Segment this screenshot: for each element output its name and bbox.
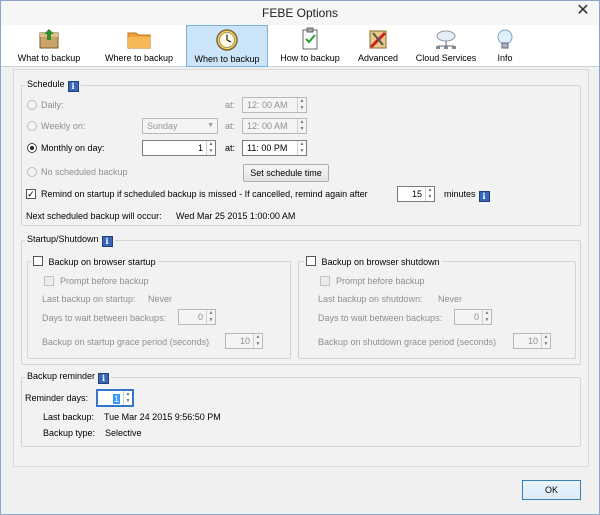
info-icon[interactable]: i: [101, 236, 113, 247]
shutdown-grace-input[interactable]: 10 ▲ ▼: [513, 333, 551, 349]
remind-minutes-input[interactable]: 15 ▲ ▼: [397, 186, 435, 202]
startup-grace-input[interactable]: 10 ▲ ▼: [225, 333, 263, 349]
next-backup-value: Wed Mar 25 2015 1:00:00 AM: [176, 211, 296, 221]
weekly-label: Weekly on:: [41, 121, 86, 131]
lightbulb-icon: [497, 29, 513, 49]
monthly-day-input[interactable]: 1 ▲ ▼: [142, 140, 216, 156]
shutdown-days-input[interactable]: 0 ▲ ▼: [454, 309, 492, 325]
backup-reminder-group-title: Backup reminder i: [25, 371, 112, 384]
spin-arrows-icon[interactable]: ▲ ▼: [253, 334, 262, 348]
backup-box-icon: [39, 29, 59, 49]
info-icon[interactable]: i: [67, 81, 79, 92]
no-schedule-label: No scheduled backup: [41, 167, 128, 177]
spin-arrows-icon[interactable]: ▲ ▼: [297, 98, 306, 112]
spin-arrows-icon[interactable]: ▲ ▼: [123, 391, 132, 405]
clock-icon: [216, 29, 238, 51]
shutdown-last-value: Never: [438, 294, 463, 304]
startup-last-value: Never: [148, 294, 173, 304]
tab-cloud-services[interactable]: Cloud Services: [411, 25, 481, 67]
remind-unit-label: minutes i: [444, 189, 490, 202]
startup-grace-label: Backup on startup grace period (seconds): [42, 337, 210, 347]
set-schedule-time-button[interactable]: Set schedule time: [243, 164, 329, 182]
reminder-days-label: Reminder days:: [25, 393, 89, 403]
clipboard-check-icon: [302, 27, 318, 50]
spin-arrows-icon[interactable]: ▲ ▼: [541, 334, 550, 348]
no-schedule-radio[interactable]: [27, 167, 37, 177]
tab-label: How to backup: [280, 53, 340, 63]
daily-radio[interactable]: [27, 100, 37, 110]
shutdown-prompt-label: Prompt before backup: [336, 276, 425, 286]
startup-subgroup-title: Backup on browser startup: [31, 255, 158, 267]
tools-icon: [369, 30, 387, 49]
spin-arrows-icon[interactable]: ▲ ▼: [297, 141, 306, 155]
tab-label: Advanced: [357, 53, 399, 63]
daily-at-label: at:: [225, 100, 236, 110]
shutdown-days-label: Days to wait between backups:: [318, 313, 443, 323]
remind-label: Remind on startup if scheduled backup is…: [41, 189, 368, 199]
monthly-label: Monthly on day:: [41, 143, 105, 153]
tab-label: Info: [497, 53, 513, 63]
tab-what-to-backup[interactable]: What to backup: [11, 25, 87, 67]
chevron-down-icon: ▼: [207, 122, 214, 129]
startup-days-label: Days to wait between backups:: [42, 313, 167, 323]
shutdown-prompt-checkbox[interactable]: [320, 276, 330, 286]
content-panel: Schedule i Daily: at: 12: 00 AM ▲ ▼ Weekly…: [13, 69, 589, 467]
info-icon[interactable]: i: [98, 373, 110, 384]
cloud-network-icon: [436, 30, 456, 49]
close-button[interactable]: ✕: [571, 1, 595, 21]
daily-label: Daily:: [41, 100, 64, 110]
tab-advanced[interactable]: Advanced: [353, 25, 403, 67]
weekly-radio[interactable]: [27, 121, 37, 131]
schedule-group-title: Schedule i: [25, 79, 81, 92]
tab-label: When to backup: [194, 54, 260, 64]
startup-prompt-label: Prompt before backup: [60, 276, 149, 286]
tab-when-to-backup[interactable]: When to backup: [186, 25, 268, 67]
folder-icon: [127, 32, 151, 49]
remind-checkbox[interactable]: ✓: [26, 189, 36, 199]
monthly-radio[interactable]: [27, 143, 37, 153]
options-window: FEBE Options ✕ What to backup Where to b…: [0, 0, 600, 515]
options-toolbar: What to backup Where to backup When to b…: [1, 25, 599, 67]
shutdown-checkbox[interactable]: [306, 256, 316, 266]
spin-arrows-icon[interactable]: ▲ ▼: [206, 310, 215, 324]
weekly-day-select[interactable]: Sunday ▼: [142, 118, 218, 134]
window-title: FEBE Options: [261, 6, 339, 20]
reminder-type-value: Selective: [105, 428, 142, 438]
startup-last-label: Last backup on startup:: [42, 294, 136, 304]
shutdown-subgroup-title: Backup on browser shutdown: [304, 255, 442, 267]
reminder-last-label: Last backup:: [43, 412, 95, 422]
info-icon[interactable]: i: [478, 191, 490, 202]
reminder-type-label: Backup type:: [43, 428, 96, 438]
weekly-time-input[interactable]: 12: 00 AM ▲ ▼: [242, 118, 307, 134]
startup-shutdown-group-title: Startup/Shutdown i: [25, 234, 115, 247]
shutdown-last-label: Last backup on shutdown:: [318, 294, 423, 304]
title-bar: FEBE Options ✕: [1, 1, 599, 25]
close-icon: ✕: [576, 2, 590, 19]
spin-arrows-icon[interactable]: ▲ ▼: [482, 310, 491, 324]
startup-days-input[interactable]: 0 ▲ ▼: [178, 309, 216, 325]
shutdown-grace-label: Backup on shutdown grace period (seconds…: [318, 337, 497, 347]
next-backup-label: Next scheduled backup will occur:: [26, 211, 162, 221]
tab-label: Cloud Services: [415, 53, 477, 63]
reminder-days-input[interactable]: 1 ▲ ▼: [96, 389, 134, 407]
tab-info[interactable]: Info: [485, 25, 525, 67]
ok-button[interactable]: OK: [522, 480, 581, 500]
monthly-at-label: at:: [225, 143, 236, 153]
startup-checkbox[interactable]: [33, 256, 43, 266]
reminder-last-value: Tue Mar 24 2015 9:56:50 PM: [104, 412, 221, 422]
tab-how-to-backup[interactable]: How to backup: [273, 25, 347, 67]
daily-time-input[interactable]: 12: 00 AM ▲ ▼: [242, 97, 307, 113]
spin-arrows-icon[interactable]: ▲ ▼: [425, 187, 434, 201]
spin-arrows-icon[interactable]: ▲ ▼: [206, 141, 215, 155]
spin-arrows-icon[interactable]: ▲ ▼: [297, 119, 306, 133]
tab-where-to-backup[interactable]: Where to backup: [97, 25, 181, 67]
tab-label: What to backup: [17, 53, 81, 63]
tab-label: Where to backup: [104, 53, 174, 63]
monthly-time-input[interactable]: 11: 00 PM ▲ ▼: [242, 140, 307, 156]
weekly-at-label: at:: [225, 121, 236, 131]
startup-prompt-checkbox[interactable]: [44, 276, 54, 286]
